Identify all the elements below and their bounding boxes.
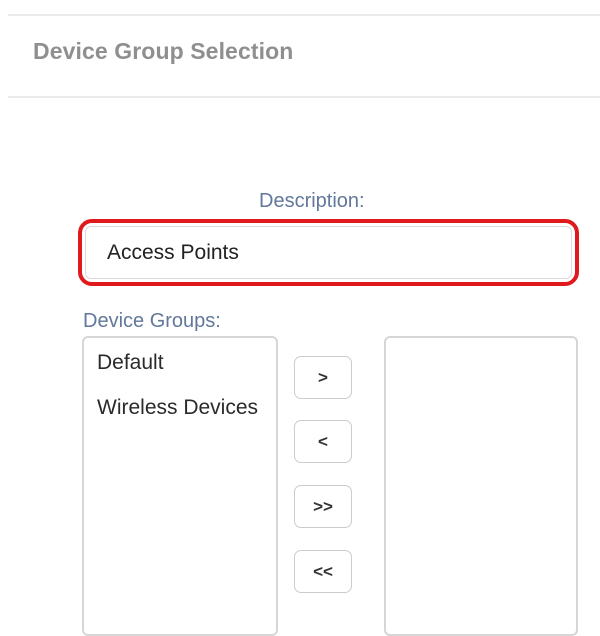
- description-highlight: [78, 219, 579, 286]
- available-groups-list[interactable]: Default Wireless Devices: [82, 336, 278, 636]
- add-button[interactable]: >: [294, 356, 352, 399]
- list-item-wireless-devices[interactable]: Wireless Devices: [97, 396, 258, 420]
- top-divider: [8, 14, 600, 16]
- selected-groups-list[interactable]: [384, 336, 578, 636]
- section-title: Device Group Selection: [33, 38, 294, 64]
- list-item-default[interactable]: Default: [97, 351, 164, 375]
- remove-all-button[interactable]: <<: [294, 550, 352, 593]
- add-all-button[interactable]: >>: [294, 485, 352, 528]
- description-input[interactable]: [85, 226, 572, 279]
- header-divider: [8, 96, 600, 98]
- remove-button[interactable]: <: [294, 420, 352, 463]
- device-groups-label: Device Groups:: [83, 310, 221, 332]
- description-label: Description:: [259, 190, 365, 212]
